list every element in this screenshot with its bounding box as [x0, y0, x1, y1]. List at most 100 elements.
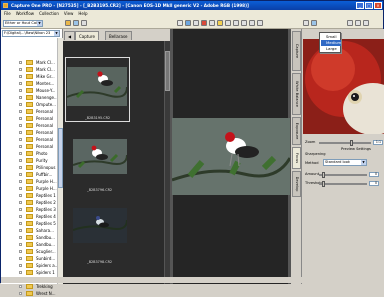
folder-item[interactable]: Personal: [1, 129, 63, 136]
folder-item[interactable]: Sahara...: [1, 227, 63, 234]
main-image[interactable]: [172, 118, 290, 195]
expand-icon[interactable]: [19, 96, 22, 99]
expand-icon[interactable]: [19, 117, 22, 120]
print-icon[interactable]: [209, 20, 215, 26]
menu-file[interactable]: File: [4, 10, 11, 18]
folder-item[interactable]: Puffbir...: [1, 171, 63, 178]
menu-collection[interactable]: Collection: [39, 10, 59, 18]
capture-icon[interactable]: [73, 20, 79, 26]
thumbnail-3[interactable]: [73, 208, 127, 243]
tab-capture[interactable]: Capture: [292, 31, 301, 71]
folder-item[interactable]: Nanenge...: [1, 94, 63, 101]
expand-icon[interactable]: [19, 82, 22, 85]
expand-icon[interactable]: [19, 138, 22, 141]
folder-item[interactable]: Spiders a...: [1, 262, 63, 269]
path-combo[interactable]: F:\Digital\...\Raw\Nikon 23 ▼: [2, 30, 60, 37]
folder-item[interactable]: Wrest N...: [1, 290, 63, 297]
expand-icon[interactable]: [19, 271, 22, 274]
expand-icon[interactable]: [19, 236, 22, 239]
expand-icon[interactable]: [19, 166, 22, 169]
zoom-slider[interactable]: [319, 140, 371, 146]
threshold-slider[interactable]: [319, 181, 367, 187]
expand-icon[interactable]: [19, 215, 22, 218]
expand-icon[interactable]: [19, 229, 22, 232]
expand-icon[interactable]: [19, 187, 22, 190]
folder-item[interactable]: Scuglier...: [1, 248, 63, 255]
expand-icon[interactable]: [19, 194, 22, 197]
slider-knob[interactable]: [322, 172, 325, 178]
thumbnail-2[interactable]: [73, 139, 127, 174]
list-icon[interactable]: [81, 20, 87, 26]
folder-item[interactable]: Reptiles 5: [1, 220, 63, 227]
filter-combo[interactable]: Either or Hout Call ▼: [3, 20, 43, 27]
expand-icon[interactable]: [19, 250, 22, 253]
expand-icon[interactable]: [19, 173, 22, 176]
thumbnail-1[interactable]: [67, 67, 127, 106]
menu-workflow[interactable]: Workflow: [16, 10, 34, 18]
maximize-button[interactable]: □: [365, 2, 373, 9]
folder-item[interactable]: Sandbu...: [1, 241, 63, 248]
tab-pin-icon[interactable]: ◀: [64, 31, 76, 40]
expand-icon[interactable]: [19, 68, 22, 71]
zoom-icon[interactable]: [311, 20, 317, 26]
slider-knob[interactable]: [322, 181, 325, 187]
folder-item[interactable]: Mark Cl...: [1, 66, 63, 73]
expand-icon[interactable]: [19, 285, 22, 288]
folder-item[interactable]: Purity: [1, 157, 63, 164]
expand-icon[interactable]: [19, 103, 22, 106]
compare-icon[interactable]: [193, 20, 199, 26]
expand-icon[interactable]: [19, 61, 22, 64]
folder-item[interactable]: Personal: [1, 143, 63, 150]
hand-icon[interactable]: [303, 20, 309, 26]
delete-icon[interactable]: [225, 20, 231, 26]
folder-item[interactable]: Personal: [1, 115, 63, 122]
expand-icon[interactable]: [19, 131, 22, 134]
expand-icon[interactable]: [19, 159, 22, 162]
zoom-value[interactable]: 1:1: [373, 140, 383, 145]
fit-icon[interactable]: [355, 20, 361, 26]
tab-focus[interactable]: Focus: [292, 147, 301, 169]
folder-item[interactable]: Ompute...: [1, 101, 63, 108]
size-dropdown[interactable]: Small Medium Large: [319, 32, 341, 53]
view-icon[interactable]: [185, 20, 191, 26]
folder-item[interactable]: Reptiles 3: [1, 206, 63, 213]
grid-icon[interactable]: [177, 20, 183, 26]
folder-item[interactable]: Sandbu...: [1, 234, 63, 241]
expand-icon[interactable]: [19, 145, 22, 148]
expand-icon[interactable]: [19, 222, 22, 225]
expand-icon[interactable]: [19, 75, 22, 78]
folder-item[interactable]: Reptiles 4: [1, 213, 63, 220]
tab-white-balance[interactable]: White Balance: [292, 73, 301, 115]
folder-item[interactable]: Reptiles 1: [1, 192, 63, 199]
tab-exposure[interactable]: Exposure: [292, 117, 301, 145]
folder-item[interactable]: Personal: [1, 108, 63, 115]
folder-item[interactable]: Personal: [1, 122, 63, 129]
preview-settings-link[interactable]: Preview Settings: [341, 147, 371, 151]
folder-item[interactable]: Ptilinopus: [1, 164, 63, 171]
method-combo[interactable]: Standard look ▼: [323, 159, 367, 166]
expand-icon[interactable]: [19, 292, 22, 295]
folder-item[interactable]: Sunbird...: [1, 255, 63, 262]
record-icon[interactable]: [201, 20, 207, 26]
folder-item[interactable]: Mike Gr...: [1, 73, 63, 80]
settings-icon[interactable]: [257, 20, 263, 26]
expand-icon[interactable]: [19, 89, 22, 92]
close-button[interactable]: ×: [374, 2, 382, 9]
expand-icon[interactable]: [19, 208, 22, 211]
star-icon[interactable]: [217, 20, 223, 26]
tab-bellarase[interactable]: Bellarase: [105, 31, 132, 40]
tab-capture[interactable]: Capture: [75, 31, 99, 40]
folder-item[interactable]: Purple H...: [1, 178, 63, 185]
expand-icon[interactable]: [19, 257, 22, 260]
tab-develop[interactable]: Develop: [292, 171, 301, 197]
crop-icon[interactable]: [249, 20, 255, 26]
amount-value[interactable]: 0: [369, 172, 379, 177]
folder-item[interactable]: Personal: [1, 136, 63, 143]
folder-item[interactable]: Purple H...: [1, 185, 63, 192]
expand-icon[interactable]: [19, 264, 22, 267]
folder-item[interactable]: Reptiles 2: [1, 199, 63, 206]
minimize-button[interactable]: _: [356, 2, 364, 9]
expand-icon[interactable]: [19, 243, 22, 246]
threshold-value[interactable]: 0: [369, 181, 379, 186]
menu-help[interactable]: Help: [78, 10, 87, 18]
